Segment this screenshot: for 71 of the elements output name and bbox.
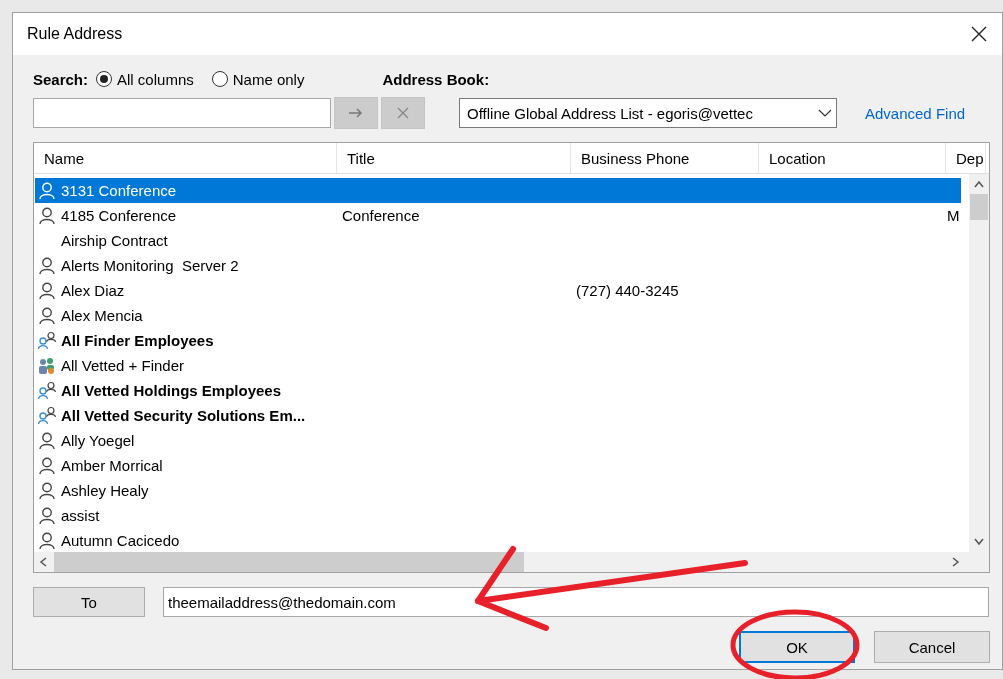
contact-name: All Vetted Holdings Employees xyxy=(61,382,282,399)
radio-circle[interactable] xyxy=(96,71,113,87)
contact-name: Alex Mencia xyxy=(61,307,143,324)
person-icon xyxy=(37,430,57,451)
scroll-thumb[interactable] xyxy=(54,552,524,572)
contact-row[interactable]: Alex Diaz (727) 440-3245 xyxy=(35,278,969,303)
contact-row[interactable]: Alerts Monitoring Server 2 xyxy=(35,253,969,278)
window-title: Rule Address xyxy=(27,25,123,43)
person-icon xyxy=(37,455,57,476)
person-icon xyxy=(37,180,57,201)
contact-name: assist xyxy=(61,507,100,524)
people-icon xyxy=(37,405,57,426)
chevron-down-icon xyxy=(818,109,832,117)
email-field[interactable]: theemailaddress@thedomain.com xyxy=(163,587,989,617)
radio-circle[interactable] xyxy=(211,71,228,87)
person-icon xyxy=(37,280,57,301)
person-icon xyxy=(37,505,57,526)
column-header[interactable]: Business Phone xyxy=(571,143,759,173)
column-header[interactable]: Name xyxy=(34,143,337,173)
contact-name: 3131 Conference xyxy=(61,182,177,199)
person-icon xyxy=(37,205,57,226)
dialog-button[interactable]: OK xyxy=(739,631,855,663)
to-button[interactable]: To xyxy=(33,587,145,617)
contact-name: Alerts Monitoring Server 2 xyxy=(61,257,239,274)
column-header[interactable]: Dep xyxy=(946,143,986,173)
contact-row[interactable]: Amber Morrical xyxy=(35,453,969,478)
contact-row[interactable]: 4185 Conference Conference M xyxy=(35,203,969,228)
contact-row[interactable]: Autumn Cacicedo xyxy=(35,528,969,552)
person-icon xyxy=(37,480,57,501)
column-header[interactable]: Title xyxy=(337,143,571,173)
contact-name: Ashley Healy xyxy=(61,482,149,499)
contact-row[interactable]: Ally Yoegel xyxy=(35,428,969,453)
people-icon xyxy=(37,330,57,351)
search-field[interactable] xyxy=(33,98,331,128)
people-icon xyxy=(37,355,57,376)
title-cell: Conference xyxy=(342,207,420,224)
contact-row[interactable]: All Finder Employees xyxy=(35,328,969,353)
arrow-icon xyxy=(348,108,364,118)
advanced-find-link[interactable]: Advanced Find xyxy=(865,104,966,122)
contact-name: Ally Yoegel xyxy=(61,432,135,449)
people-icon xyxy=(37,380,57,401)
contact-row[interactable]: assist xyxy=(35,503,969,528)
person-icon xyxy=(37,255,57,276)
dialog-button[interactable]: Cancel xyxy=(874,631,990,663)
contact-row[interactable]: All Vetted Security Solutions Em... xyxy=(35,403,969,428)
table-cell: M xyxy=(947,207,960,224)
contact-name: Amber Morrical xyxy=(61,457,163,474)
contact-name: Airship Contract xyxy=(61,232,168,249)
contact-name: Autumn Cacicedo xyxy=(61,532,180,549)
contact-name: Alex Diaz xyxy=(61,282,125,299)
contact-name: 4185 Conference xyxy=(61,207,177,224)
scroll-thumb[interactable] xyxy=(970,194,988,220)
contact-row[interactable]: Ashley Healy xyxy=(35,478,969,503)
contact-row[interactable]: Alex Mencia xyxy=(35,303,969,328)
phone-cell: (727) 440-3245 xyxy=(576,282,679,299)
contact-row[interactable]: All Vetted Holdings Employees xyxy=(35,378,969,403)
address-book-dropdown[interactable]: Offline Global Address List - egoris@vettec xyxy=(459,98,837,128)
contact-row[interactable]: Airship Contract xyxy=(35,228,969,253)
radio-button[interactable]: All columns xyxy=(96,70,194,88)
contact-row[interactable]: All Vetted + Finder xyxy=(35,353,969,378)
contact-name: All Vetted + Finder xyxy=(61,357,184,374)
address-book-label: Address Book: xyxy=(382,70,490,88)
contact-name: All Finder Employees xyxy=(61,332,214,349)
column-header[interactable]: Location xyxy=(759,143,946,173)
contact-row[interactable]: 3131 Conference xyxy=(35,178,961,203)
person-icon xyxy=(37,530,57,551)
close-icon xyxy=(397,107,409,119)
contact-name: All Vetted Security Solutions Em... xyxy=(61,407,306,424)
search-label: Search: xyxy=(33,70,89,88)
person-icon xyxy=(37,305,57,326)
radio-button[interactable]: Name only xyxy=(211,70,305,88)
